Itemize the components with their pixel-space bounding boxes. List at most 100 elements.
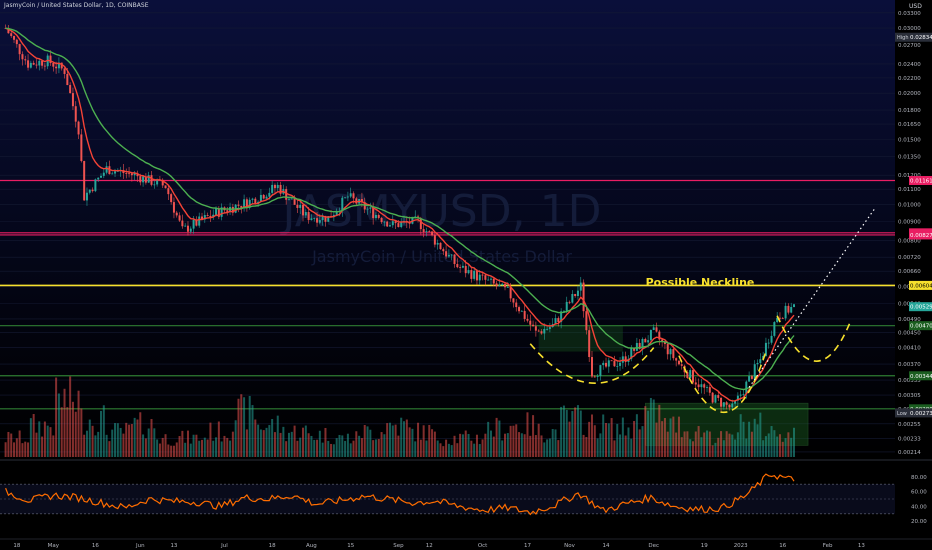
candle-body [453, 254, 456, 265]
candle-body [29, 62, 32, 68]
volume-bar [223, 435, 226, 457]
candle-body [666, 344, 669, 355]
volume-bar [388, 422, 391, 457]
volume-bar [655, 422, 658, 457]
price-tick-label: 0.00255 [898, 422, 921, 428]
volume-bar [217, 421, 220, 457]
candle-body [97, 177, 100, 180]
price-tick-label: 0.01650 [898, 122, 921, 128]
time-tick-label: 2023 [734, 543, 748, 549]
volume-bar [74, 411, 77, 457]
volume-bar [661, 421, 664, 457]
candle-body [265, 196, 268, 199]
volume-bar [686, 431, 689, 457]
volume-bar [588, 421, 591, 457]
candle-body [69, 85, 72, 94]
volume-bar [543, 442, 546, 457]
volume-bar [509, 425, 512, 457]
volume-bar [739, 414, 742, 457]
volume-bar [296, 440, 299, 457]
candle-body [784, 305, 787, 319]
volume-bar [184, 442, 187, 457]
candle-body [299, 204, 302, 208]
volume-bar [546, 439, 549, 457]
candle-body [467, 270, 470, 274]
time-tick-label: Sep [393, 543, 404, 549]
volume-bar [32, 413, 35, 457]
candle-body [731, 403, 734, 408]
candle-body [720, 397, 723, 407]
volume-bar [13, 442, 16, 457]
candle-body [431, 231, 434, 236]
candle-body [170, 194, 173, 203]
candle-body [461, 265, 464, 268]
volume-bar [248, 395, 251, 457]
candle-body [377, 214, 380, 218]
candle-body [669, 349, 672, 355]
candle-body [694, 382, 697, 385]
candle-body [167, 188, 170, 195]
rsi-tick-label: 60.00 [911, 490, 927, 496]
volume-bar [431, 429, 434, 457]
volume-bar [344, 440, 347, 457]
volume-bar [293, 425, 296, 457]
volume-bar [658, 404, 661, 457]
candle-body [43, 65, 46, 67]
time-tick-label: 14 [603, 543, 610, 549]
price-badge-value: 0.00529 [910, 305, 932, 311]
volume-bar [175, 442, 178, 457]
price-tick-label: 0.03300 [898, 11, 921, 17]
volume-bar [245, 429, 248, 457]
rsi-tick-label: 40.00 [911, 504, 927, 510]
volume-bar [363, 424, 366, 457]
volume-bar [501, 440, 504, 457]
volume-bar [411, 428, 414, 457]
volume-bar [268, 425, 271, 457]
volume-bar [470, 440, 473, 457]
candle-body [198, 216, 201, 226]
candle-body [773, 322, 776, 336]
candle-body [164, 185, 167, 189]
volume-bar [694, 431, 697, 457]
candle-body [540, 331, 543, 334]
candle-body [717, 395, 720, 398]
chart-svg[interactable]: JASMYUSD, 1D JasmyCoin / United States D… [0, 0, 932, 550]
candle-body [100, 175, 103, 178]
candle-body [215, 208, 218, 215]
price-badge-value: 0.00470 [910, 324, 932, 330]
volume-bar [520, 433, 523, 457]
candle-body [792, 304, 795, 308]
candle-body [537, 330, 540, 332]
volume-bar [400, 417, 403, 457]
price-badge-value: 0.00344 [910, 374, 932, 380]
candle-body [355, 198, 358, 204]
volume-bar [574, 407, 577, 457]
volume-bar [414, 441, 417, 457]
candle-body [307, 212, 310, 221]
candle-body [142, 176, 145, 183]
volume-bar [273, 432, 276, 457]
volume-bar [116, 423, 119, 457]
volume-bar [265, 427, 268, 457]
time-tick-label: 13 [170, 543, 177, 549]
volume-bar [186, 430, 189, 457]
volume-bar [590, 414, 593, 457]
volume-bar [523, 434, 526, 457]
time-tick-label: Jul [220, 543, 228, 549]
watermark-symbol: JASMYUSD, 1D [280, 186, 602, 237]
candle-body [445, 251, 448, 257]
volume-bar [100, 410, 103, 457]
candle-body [644, 338, 647, 343]
volume-bar [792, 427, 795, 457]
volume-bar [748, 421, 751, 457]
volume-bar [271, 419, 274, 457]
volume-bar [641, 426, 644, 457]
volume-bar [7, 431, 10, 457]
volume-bar [226, 437, 229, 457]
price-tick-label: 0.01800 [898, 108, 921, 114]
volume-bar [450, 445, 453, 457]
volume-bar [136, 419, 139, 457]
volume-bar [456, 443, 459, 457]
volume-bar [341, 435, 344, 457]
volume-bar [77, 390, 80, 457]
